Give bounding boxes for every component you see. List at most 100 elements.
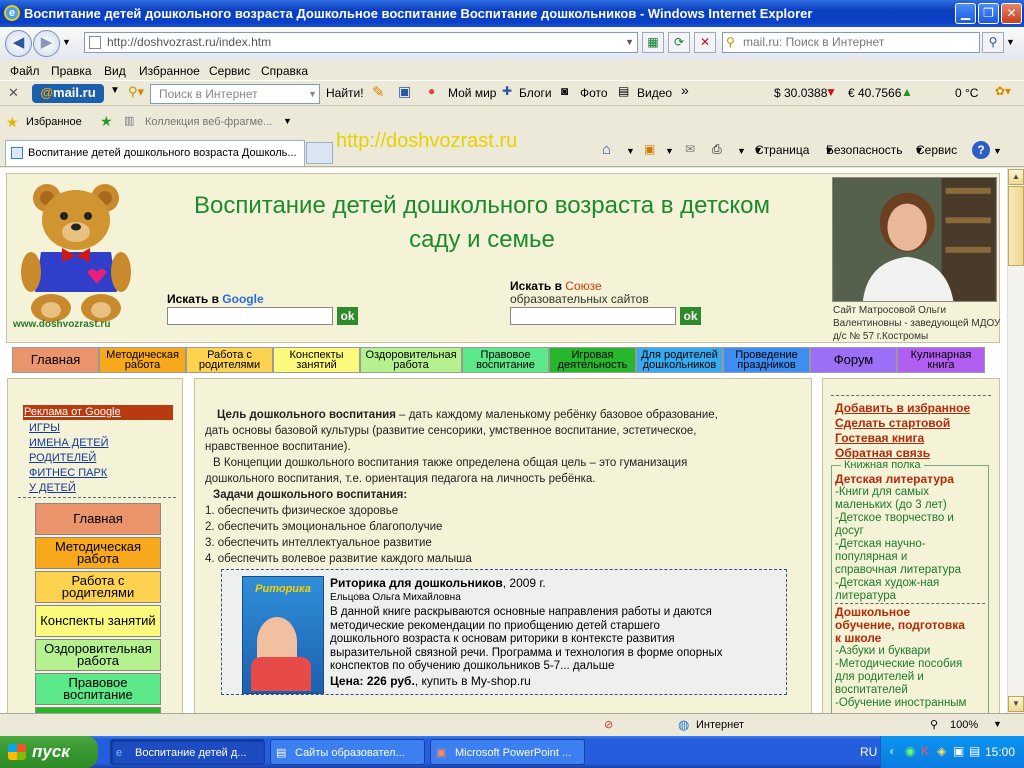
rss-dropdown-icon[interactable]: ▼ xyxy=(665,146,674,156)
favorites-button[interactable]: Избранное xyxy=(26,116,82,128)
taskbar-task-ie[interactable]: e Воспитание детей д... xyxy=(110,739,265,765)
shelf-item[interactable]: воспитателей xyxy=(835,684,908,696)
shelf-item[interactable]: маленьких (до 3 лет) xyxy=(835,499,947,511)
scroll-thumb[interactable] xyxy=(1008,186,1024,266)
category-preschool[interactable]: Дошкольное xyxy=(835,605,910,619)
scroll-down-arrow[interactable]: ▼ xyxy=(1008,696,1024,712)
popup-blocked-icon[interactable]: ⊘ xyxy=(604,718,613,731)
search-dropdown-icon[interactable]: ▼ xyxy=(308,85,317,103)
make-start-link[interactable]: Сделать стартовой xyxy=(835,416,950,430)
print-dropdown-icon[interactable]: ▼ xyxy=(737,146,746,156)
highlight-icon[interactable]: ✎ xyxy=(372,83,385,101)
new-tab-button[interactable] xyxy=(306,142,333,164)
menu-edit[interactable]: Правка xyxy=(51,64,92,78)
back-button[interactable]: ◀ xyxy=(5,30,32,57)
book-promo[interactable]: Риторика Риторика для дошкольников, 2009… xyxy=(221,569,787,695)
nav-item[interactable]: Кулинарная книга xyxy=(897,347,985,373)
menu-view[interactable]: Вид xyxy=(104,64,126,78)
mail-icon[interactable]: ✉ xyxy=(685,142,695,156)
category-children-lit[interactable]: Детская литература xyxy=(835,472,954,486)
nav-item[interactable]: Главная xyxy=(12,347,99,373)
teddy-bear-logo[interactable] xyxy=(17,180,135,325)
search-icon[interactable]: ⚲ xyxy=(982,32,1004,53)
book-cover[interactable]: Риторика xyxy=(242,576,324,694)
nav-item[interactable]: Для родителей дошкольников xyxy=(636,347,723,373)
gallery-dropdown-icon[interactable]: ▼ xyxy=(283,116,292,126)
book-title[interactable]: Риторика для дошкольников, 2009 г. xyxy=(330,576,546,590)
shelf-item[interactable]: популярная и xyxy=(835,551,907,563)
minimize-button[interactable]: ▁ xyxy=(955,3,976,24)
compat-view-icon[interactable]: ▦ xyxy=(642,32,664,53)
logo-dropdown-icon[interactable]: ▼ xyxy=(110,85,120,96)
shelf-item[interactable]: -Детское творчество и xyxy=(835,512,954,524)
left-nav-button[interactable]: Методическая работа xyxy=(35,537,161,569)
scroll-up-arrow[interactable]: ▲ xyxy=(1008,169,1024,185)
page-menu[interactable]: Страница ▾ xyxy=(755,143,809,157)
toolbar-close-icon[interactable]: ✕ xyxy=(8,85,19,101)
nav-item[interactable]: Конспекты занятий xyxy=(273,347,360,373)
guestbook-link[interactable]: Гостевая книга xyxy=(835,431,924,445)
nav-item[interactable]: Методическая работа xyxy=(99,347,186,373)
nav-item[interactable]: Работа с родителями xyxy=(186,347,273,373)
search-dropdown-icon[interactable]: ▼ xyxy=(1006,37,1015,47)
tray-icon[interactable]: ◈ xyxy=(937,744,946,758)
shelf-item[interactable]: -Книги для самых xyxy=(835,486,929,498)
find-button[interactable]: Найти! xyxy=(326,86,364,100)
stop-icon[interactable]: ✕ xyxy=(694,32,716,53)
home-dropdown-icon[interactable]: ▼ xyxy=(626,146,635,156)
tray-icon[interactable]: K xyxy=(921,744,929,758)
maximize-button[interactable]: ❐ xyxy=(978,3,999,24)
security-menu[interactable]: Безопасность ▾ xyxy=(826,143,903,157)
home-icon[interactable]: ⌂ xyxy=(602,141,611,158)
toolbar-search-input[interactable]: Поиск в Интернет ▼ xyxy=(150,84,320,104)
nav-item[interactable]: Оздоровительная работа xyxy=(360,347,462,373)
left-nav-button[interactable]: Главная xyxy=(35,503,161,535)
menu-help[interactable]: Справка xyxy=(261,64,308,78)
ad-link-child-names[interactable]: ИМЕНА ДЕТЕЙ xyxy=(29,437,109,449)
shelf-item[interactable]: для родителей и xyxy=(835,671,924,683)
language-indicator[interactable]: RU xyxy=(860,745,877,759)
tab-current[interactable]: Воспитание детей дошкольного возраста До… xyxy=(5,140,305,166)
nav-item[interactable]: Форум xyxy=(810,347,897,373)
menu-tools[interactable]: Сервис xyxy=(209,64,250,78)
title-bar[interactable]: e Воспитание детей дошкольного возраста … xyxy=(0,0,1024,27)
zoom-dropdown-icon[interactable]: ▼ xyxy=(993,719,1002,729)
left-nav-button[interactable]: Конспекты занятий xyxy=(35,605,161,637)
shelf-item[interactable]: литература xyxy=(835,590,896,602)
shelf-item[interactable]: -Азбуки и буквари xyxy=(835,645,930,657)
refresh-icon[interactable]: ⟳ xyxy=(668,32,690,53)
tray-icon[interactable]: ◉ xyxy=(905,744,915,758)
zoom-level[interactable]: 100% xyxy=(950,719,978,731)
left-nav-button[interactable]: Правовое воспитание xyxy=(35,673,161,705)
add-favorite-icon[interactable]: ★ xyxy=(100,113,113,130)
google-search-input[interactable] xyxy=(167,307,333,325)
start-button[interactable]: пуск xyxy=(0,736,98,768)
address-dropdown-icon[interactable]: ▼ xyxy=(625,33,634,52)
blogs-link[interactable]: Блоги xyxy=(519,86,552,100)
close-button[interactable]: ✕ xyxy=(1001,3,1022,24)
mail-search-input[interactable]: ⚲ mail.ru: Поиск в Интернет xyxy=(722,32,980,53)
left-nav-button[interactable]: Работа с родителями xyxy=(35,571,161,603)
google-ad-link[interactable]: Реклама от Google xyxy=(24,406,121,418)
shelf-item[interactable]: справочная литература xyxy=(835,564,961,576)
feedback-link[interactable]: Обратная связь xyxy=(835,446,930,460)
taskbar-task-powerpoint[interactable]: ▣ Microsoft PowerPoint ... xyxy=(430,739,585,765)
mailru-logo[interactable]: @mail.ru xyxy=(32,84,104,103)
video-link[interactable]: Видео xyxy=(637,86,672,100)
shelf-item[interactable]: досуг xyxy=(835,525,864,537)
forward-button[interactable]: ▶ xyxy=(33,30,60,57)
tools-menu[interactable]: Сервис ▾ xyxy=(916,143,957,157)
address-input[interactable]: http://doshvozrast.ru/index.htm ▼ xyxy=(84,32,638,53)
photo-link[interactable]: Фото xyxy=(580,86,608,100)
moymir-link[interactable]: Мой мир xyxy=(448,86,496,100)
history-dropdown-icon[interactable]: ▼ xyxy=(62,37,71,47)
google-ok-button[interactable]: ok xyxy=(337,307,358,325)
shelf-item[interactable]: -Детская худож-ная xyxy=(835,577,939,589)
nav-item[interactable]: Проведение праздников xyxy=(723,347,810,373)
ad-link-fitness[interactable]: ФИТНЕС ПАРК xyxy=(29,467,107,479)
category-preschool[interactable]: к школе xyxy=(835,631,881,645)
category-preschool[interactable]: обучение, подготовка xyxy=(835,618,965,632)
left-nav-button[interactable]: Оздоровительная работа xyxy=(35,639,161,671)
union-search-input[interactable] xyxy=(510,307,676,325)
settings-icon[interactable]: ✿▾ xyxy=(995,84,1011,98)
